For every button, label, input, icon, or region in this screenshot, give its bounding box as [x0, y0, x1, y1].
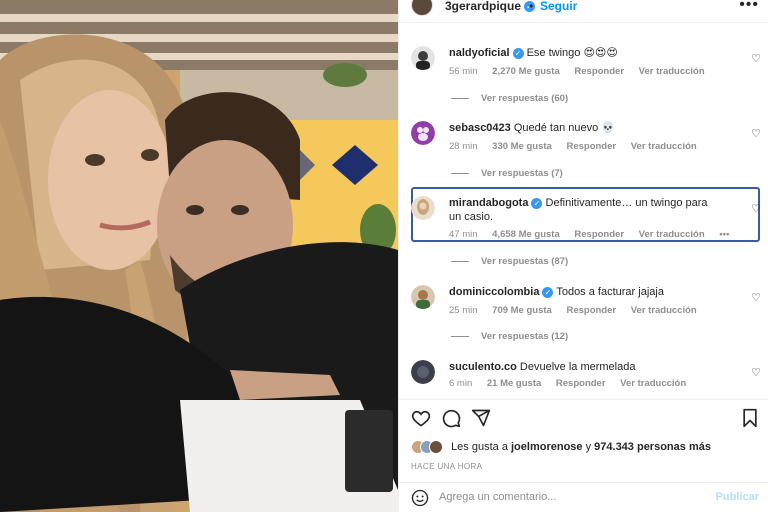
- comment-likes[interactable]: 4,658 Me gusta: [492, 229, 560, 240]
- comment-time: 25 min: [449, 305, 478, 316]
- view-replies-button[interactable]: Ver respuestas (12): [451, 331, 568, 342]
- reply-button[interactable]: Responder: [566, 141, 616, 152]
- comment-username[interactable]: naldyoficial: [449, 47, 510, 59]
- post-header: 3gerardpique ✓ • Seguir •••: [399, 0, 768, 18]
- divider: [399, 22, 768, 23]
- action-bar: [399, 406, 768, 430]
- translate-button[interactable]: Ver traducción: [639, 229, 705, 240]
- comment-text: mirandabogota ✓ Definitivamente… un twing…: [449, 196, 709, 224]
- comment-body: Ese twingo 😍😍😍: [526, 47, 618, 59]
- view-replies-button[interactable]: Ver respuestas (60): [451, 93, 568, 104]
- reply-button[interactable]: Responder: [566, 305, 616, 316]
- translate-button[interactable]: Ver traducción: [631, 305, 697, 316]
- comment-username[interactable]: suculento.co: [449, 361, 517, 373]
- comment-body: Todos a facturar jajaja: [556, 286, 664, 298]
- comment-likes[interactable]: 21 Me gusta: [487, 378, 541, 389]
- reply-button[interactable]: Responder: [574, 229, 624, 240]
- comment-icon[interactable]: [441, 408, 461, 433]
- share-icon[interactable]: [471, 408, 491, 433]
- comment-input[interactable]: [439, 489, 699, 505]
- comment-likes[interactable]: 330 Me gusta: [492, 141, 552, 152]
- heart-icon[interactable]: ♡: [751, 366, 761, 379]
- comment-time: 47 min: [449, 229, 478, 240]
- likes-count[interactable]: 974.343 personas más: [594, 441, 711, 453]
- avatar[interactable]: [411, 360, 435, 384]
- liker-avatar: [429, 440, 443, 454]
- comment-meta: 28 min 330 Me gusta Responder Ver traduc…: [449, 141, 709, 152]
- author-username[interactable]: 3gerardpique ✓: [445, 0, 536, 13]
- bookmark-icon[interactable]: [741, 408, 759, 433]
- post-timestamp: HACE UNA HORA: [411, 462, 483, 471]
- avatar[interactable]: [411, 285, 435, 309]
- avatar[interactable]: [411, 121, 435, 145]
- comment-meta: 47 min 4,658 Me gusta Responder Ver trad…: [449, 229, 741, 240]
- post-photo: [0, 0, 398, 512]
- comment-body: Devuelve la mermelada: [519, 361, 636, 373]
- comment-text: dominiccolombia ✓ Todos a facturar jajaja: [449, 285, 739, 299]
- like-heart-icon[interactable]: [411, 408, 431, 433]
- heart-icon[interactable]: ♡: [751, 127, 761, 140]
- author-avatar[interactable]: [411, 0, 433, 16]
- comment-meta: 56 min 2,270 Me gusta Responder Ver trad…: [449, 66, 717, 77]
- view-replies-button[interactable]: Ver respuestas (87): [451, 256, 568, 267]
- translate-button[interactable]: Ver traducción: [620, 378, 686, 389]
- publish-button[interactable]: Publicar: [716, 491, 759, 503]
- liker-username[interactable]: joelmorenose: [511, 441, 583, 453]
- likes-summary[interactable]: Les gusta a joelmorenose y 974.343 perso…: [411, 440, 711, 458]
- heart-icon[interactable]: ♡: [751, 291, 761, 304]
- comment-time: 28 min: [449, 141, 478, 152]
- comments-panel: 3gerardpique ✓ • Seguir ••• naldyoficial ✓…: [398, 0, 768, 512]
- likes-text: Les gusta a joelmorenose y 974.343 perso…: [451, 441, 711, 453]
- avatar[interactable]: [411, 196, 435, 220]
- comment-likes[interactable]: 2,270 Me gusta: [492, 66, 560, 77]
- comment-meta: 25 min 709 Me gusta Responder Ver traduc…: [449, 305, 709, 316]
- more-options-icon[interactable]: •••: [739, 0, 759, 14]
- divider: [399, 399, 768, 400]
- follow-button[interactable]: Seguir: [540, 0, 577, 13]
- comment-username[interactable]: mirandabogota: [449, 197, 528, 209]
- comment-likes[interactable]: 709 Me gusta: [492, 305, 552, 316]
- verified-badge-icon: ✓: [512, 47, 524, 59]
- view-replies-button[interactable]: Ver respuestas (7): [451, 168, 563, 179]
- avatar[interactable]: [411, 46, 435, 70]
- comment-text: suculento.co Devuelve la mermelada: [449, 360, 739, 374]
- comment-username[interactable]: sebasc0423: [449, 122, 511, 134]
- comment-text: sebasc0423 Quedé tan nuevo 💀: [449, 121, 739, 135]
- emoji-icon[interactable]: [411, 489, 429, 512]
- heart-icon[interactable]: ♡: [751, 52, 761, 65]
- comment-time: 6 min: [449, 378, 473, 389]
- verified-badge-icon: ✓: [531, 197, 543, 209]
- comment-time: 56 min: [449, 66, 478, 77]
- translate-button[interactable]: Ver traducción: [631, 141, 697, 152]
- more-options-icon[interactable]: •••: [719, 229, 729, 240]
- reply-button[interactable]: Responder: [556, 378, 606, 389]
- comment-body: Quedé tan nuevo 💀: [513, 122, 615, 134]
- verified-badge-icon: ✓: [542, 286, 554, 298]
- translate-button[interactable]: Ver traducción: [639, 66, 705, 77]
- comment-username[interactable]: dominiccolombia: [449, 286, 539, 298]
- comment-text: naldyoficial ✓ Ese twingo 😍😍😍: [449, 46, 739, 60]
- heart-icon[interactable]: ♡: [751, 202, 761, 215]
- reply-button[interactable]: Responder: [574, 66, 624, 77]
- separator-dot: •: [529, 0, 534, 13]
- comment-meta: 6 min 21 Me gusta Responder Ver traducci…: [449, 378, 698, 389]
- comment-composer: Publicar: [399, 483, 768, 512]
